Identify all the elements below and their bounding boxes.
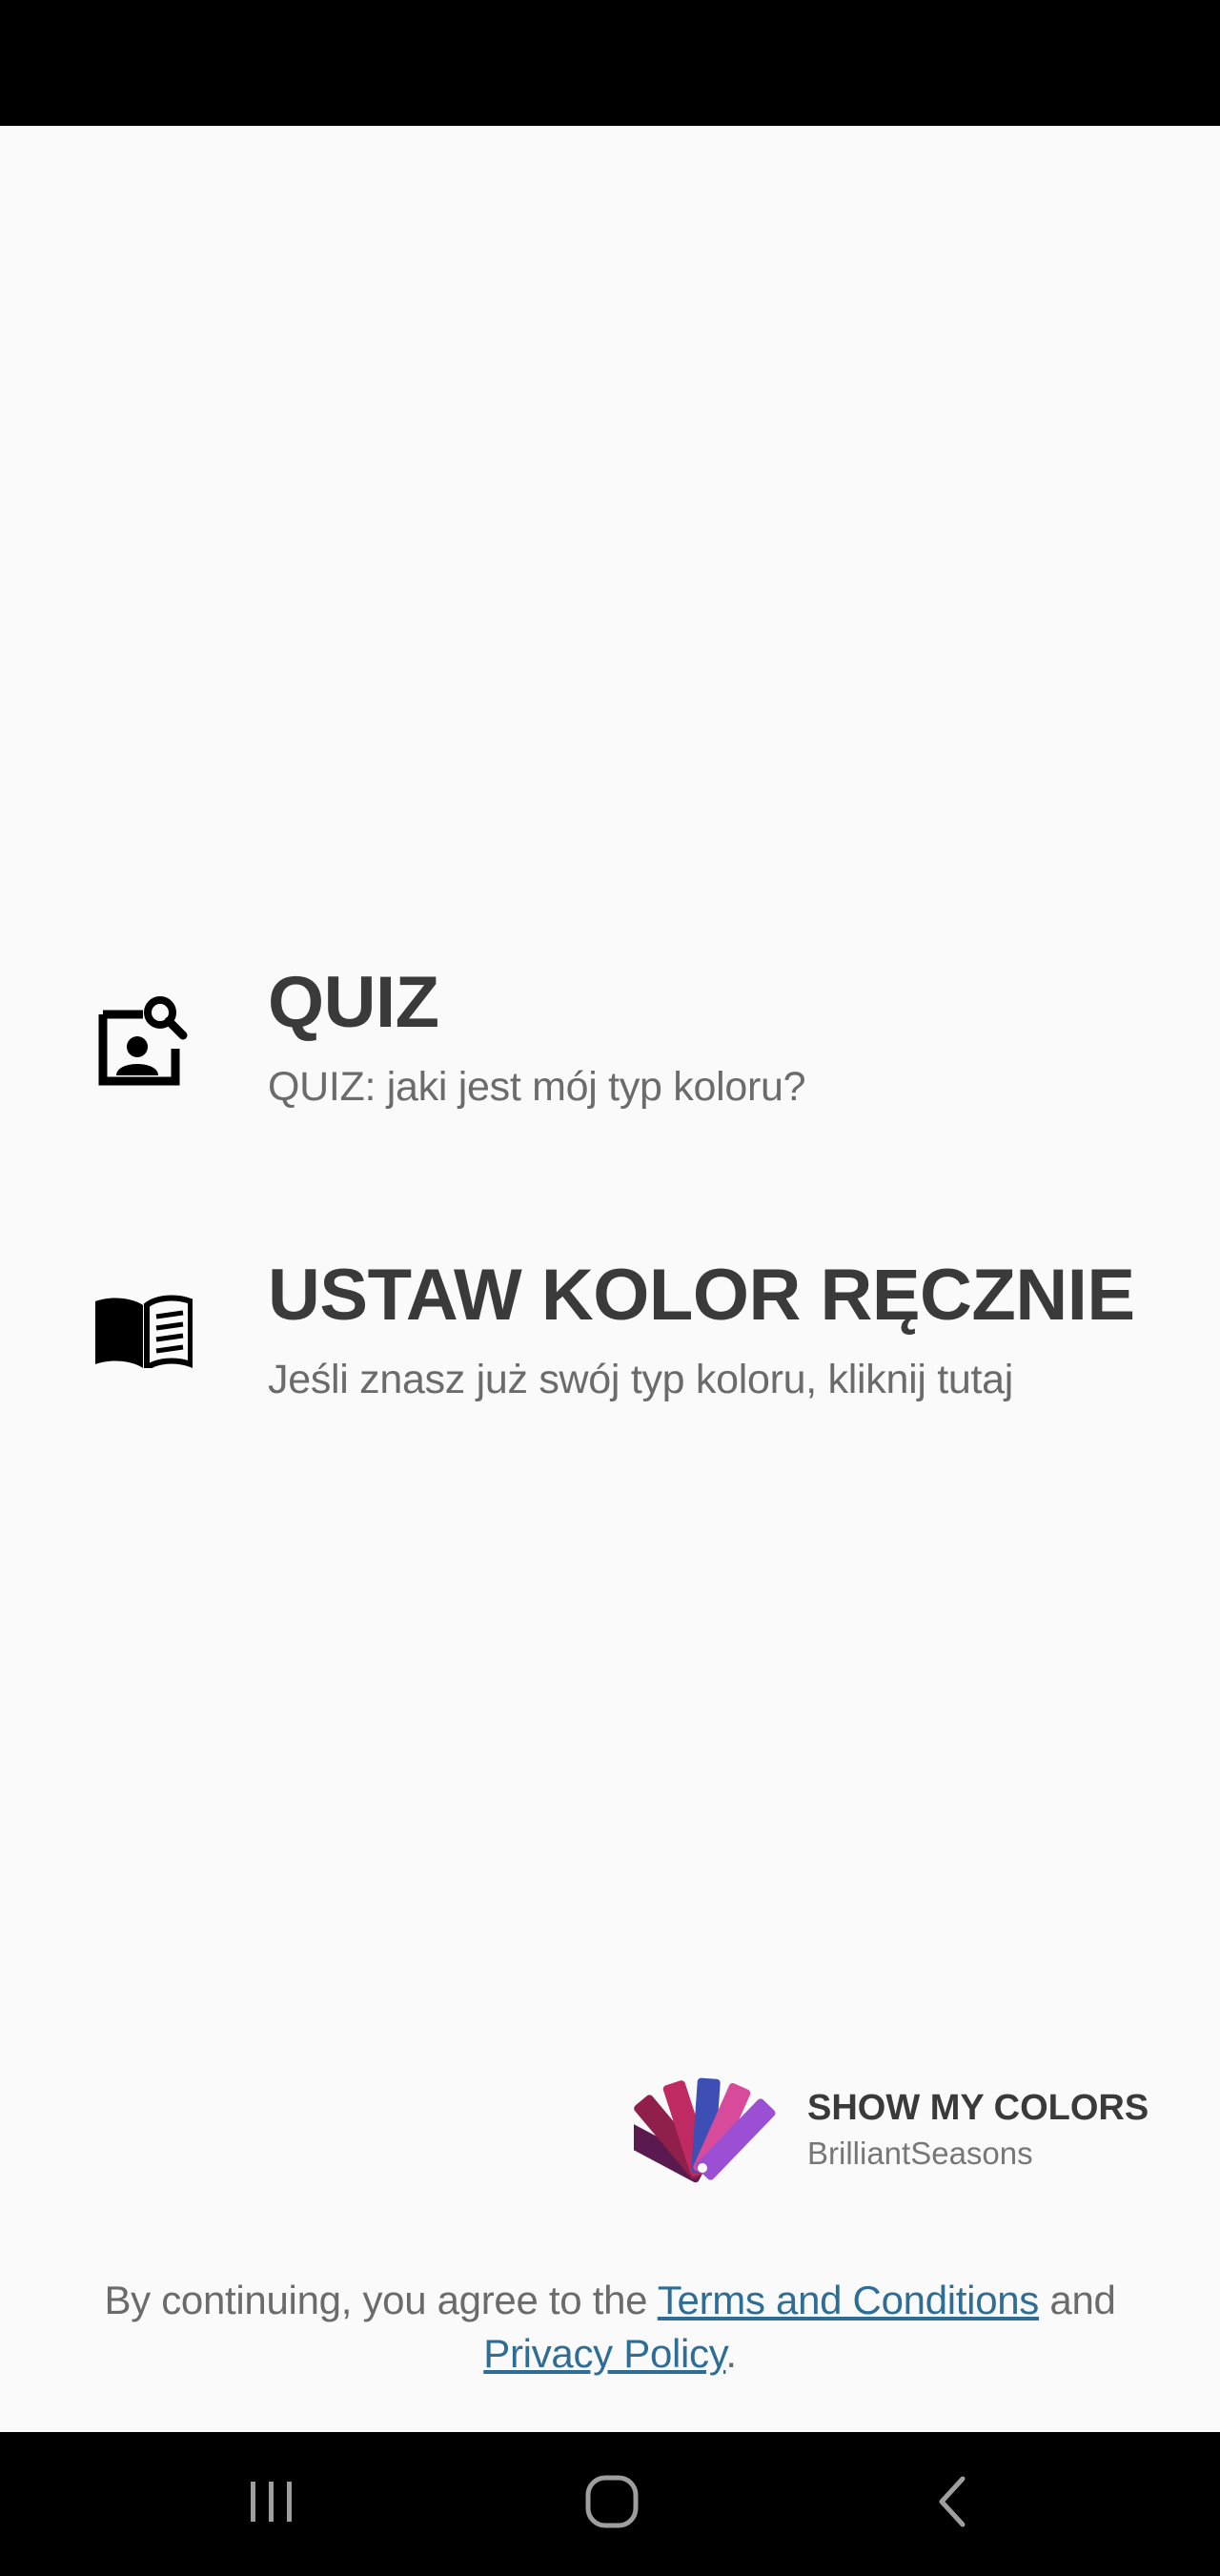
quiz-subtitle: QUIZ: jaki jest mój typ koloru? (268, 1064, 806, 1110)
person-search-icon (86, 982, 200, 1096)
legal-middle: and (1039, 2278, 1116, 2322)
brand-block: SHOW MY COLORS BrilliantSeasons (614, 2069, 1168, 2193)
brand-title: SHOW MY COLORS (807, 2088, 1149, 2128)
legal-notice: By continuing, you agree to the Terms an… (38, 2274, 1182, 2381)
brand-subtitle: BrilliantSeasons (807, 2136, 1033, 2171)
color-swatch-fan-logo (614, 2069, 777, 2188)
home-icon (583, 2473, 640, 2535)
home-button[interactable] (555, 2461, 669, 2546)
recent-apps-icon (243, 2478, 300, 2530)
terms-link[interactable]: Terms and Conditions (658, 2278, 1040, 2322)
open-book-icon (86, 1273, 200, 1387)
navigation-bar (0, 2432, 1220, 2576)
status-bar (0, 0, 1220, 126)
back-button[interactable] (896, 2461, 1010, 2546)
quiz-title: QUIZ (268, 962, 439, 1043)
set-color-manually-subtitle: Jeśli znasz już swój typ koloru, kliknij… (268, 1357, 1013, 1402)
quiz-option[interactable]: QUIZ QUIZ: jaki jest mój typ koloru? (0, 932, 1220, 1152)
set-color-manually-option[interactable]: USTAW KOLOR RĘCZNIE Jeśli znasz już swój… (0, 1225, 1220, 1444)
privacy-policy-link[interactable]: Privacy Policy (483, 2331, 725, 2376)
legal-suffix: . (725, 2331, 737, 2376)
back-icon (934, 2473, 972, 2535)
legal-prefix: By continuing, you agree to the (104, 2278, 658, 2322)
set-color-manually-title: USTAW KOLOR RĘCZNIE (268, 1255, 1135, 1336)
recent-apps-button[interactable] (214, 2461, 329, 2546)
